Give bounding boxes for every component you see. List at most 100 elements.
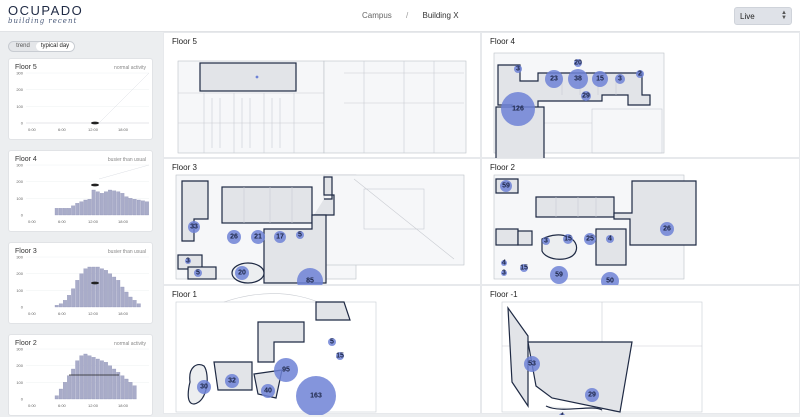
occupancy-count: 25: [586, 236, 594, 243]
x-tick-label: 12:00: [88, 127, 99, 132]
floor-grid: Floor 5 Floor 4 20 3 23 38 15 3 2 29 126…: [163, 32, 800, 415]
toggle-trend[interactable]: trend: [11, 42, 35, 51]
select-caret-icon: ▲ ▼: [781, 10, 787, 21]
occupancy-count: 3: [186, 258, 190, 265]
floor-plan: 20 3 23 38 15 3 2 29 126: [493, 52, 665, 159]
floor-card-5[interactable]: Floor 5 normal activity 0 100 200 300 0:00 6:…: [8, 58, 153, 140]
occupancy-count: 33: [190, 224, 198, 231]
occupancy-bar: [75, 280, 80, 308]
x-tick-label: 12:00: [88, 219, 99, 224]
occupancy-bar: [120, 286, 125, 308]
occupancy-count: 3: [544, 238, 548, 245]
floor-card-2[interactable]: Floor 2 normal activity 0 100 200 300 0:00 6:…: [8, 334, 153, 416]
y-tick-label: 0: [21, 397, 24, 402]
breadcrumb-campus[interactable]: Campus: [362, 11, 392, 20]
y-tick-label: 100: [16, 288, 23, 293]
occupancy-bar: [136, 303, 141, 308]
occupancy-bar: [71, 368, 76, 400]
occupancy-count: 95: [282, 367, 290, 374]
occupancy-bar: [58, 208, 63, 216]
occupancy-bar: [104, 270, 108, 308]
y-tick-label: 200: [16, 87, 23, 92]
floor-plan: [177, 60, 467, 154]
occupancy-count: 59: [502, 183, 510, 190]
y-tick-label: 200: [16, 271, 23, 276]
x-tick-label: 0:00: [28, 127, 37, 132]
y-tick-label: 0: [21, 121, 24, 126]
floor-panel-minus1[interactable]: Floor -1 53 29 4: [481, 285, 800, 415]
occupancy-bar: [124, 196, 129, 216]
x-tick-label: 12:00: [88, 311, 99, 316]
occupancy-bar: [112, 276, 117, 308]
x-tick-label: 0:00: [28, 311, 37, 316]
y-tick-label: 100: [16, 380, 23, 385]
floor-card-3[interactable]: Floor 3 busier than usual 0 100 200 300 0:00…: [8, 242, 153, 324]
y-tick-label: 300: [16, 163, 23, 168]
y-tick-label: 0: [21, 213, 24, 218]
occupancy-bar: [63, 208, 67, 216]
occupancy-count: 3: [618, 76, 622, 83]
occupancy-bar: [63, 382, 67, 400]
occupancy-count: 126: [512, 106, 524, 113]
floor-panel-5[interactable]: Floor 5: [163, 32, 481, 158]
card-chart: 0 100 200 300 0:00 6:00 12:00 18:00: [16, 163, 150, 224]
now-marker-icon: [91, 281, 99, 285]
y-tick-label: 200: [16, 179, 23, 184]
floor-panel-2[interactable]: Floor 2 59 3 15 25 4 26 4 3 15 59 50: [481, 158, 800, 286]
y-tick-label: 300: [16, 71, 23, 76]
card-chart: 0 100 200 300 0:00 6:00 12:00 18:00: [16, 255, 149, 316]
occupancy-bar: [140, 200, 145, 216]
x-tick-label: 6:00: [58, 403, 67, 408]
logo[interactable]: OCUPADO building recent: [8, 4, 83, 26]
y-tick-label: 300: [16, 347, 23, 352]
y-tick-label: 0: [21, 305, 24, 310]
x-tick-label: 0:00: [28, 403, 37, 408]
x-tick-label: 6:00: [58, 219, 67, 224]
occupancy-count: 59: [555, 272, 563, 279]
occupancy-bar: [83, 199, 88, 216]
floor-card-4[interactable]: Floor 4 busier than usual 0 100 200 300 0:00…: [8, 150, 153, 232]
mode-select[interactable]: Live ▲ ▼: [734, 7, 792, 25]
mode-select-value: Live: [740, 12, 755, 21]
floor-panel-4[interactable]: Floor 4 20 3 23 38 15 3 2 29 126: [481, 32, 800, 159]
occupancy-count: 50: [606, 278, 614, 285]
breadcrumb-building[interactable]: Building X: [423, 11, 459, 20]
occupancy-bar: [95, 191, 100, 216]
occupancy-count: 15: [596, 76, 604, 83]
occupancy-bar: [75, 360, 80, 400]
occupancy-bar: [120, 193, 125, 216]
occupancy-bar: [104, 191, 108, 216]
occupancy-bar: [87, 266, 92, 308]
occupancy-count: 17: [276, 234, 284, 241]
occupancy-bar: [67, 375, 71, 400]
floor-panel-3[interactable]: Floor 3 33 26 21 17 5 3 5 20 85: [163, 158, 481, 286]
occupancy-bar: [71, 205, 76, 216]
x-tick-label: 12:00: [88, 403, 99, 408]
occupancy-bar: [58, 303, 63, 308]
occupancy-bar: [99, 360, 104, 400]
view-toggle[interactable]: trend typical day: [8, 41, 75, 52]
occupancy-count: 5: [330, 339, 334, 346]
occupancy-bar: [58, 388, 63, 400]
occupancy-bar: [132, 300, 137, 308]
card-chart: 0 100 200 300 0:00 6:00 12:00 18:00: [16, 71, 150, 132]
occupancy-bar: [99, 268, 104, 308]
toggle-typical-day[interactable]: typical day: [36, 42, 74, 51]
occupancy-bar: [120, 375, 125, 400]
occupancy-count: 15: [336, 353, 344, 360]
occupancy-count: 15: [564, 236, 572, 243]
occupancy-count: 29: [582, 93, 590, 100]
occupancy-bar: [116, 191, 121, 216]
y-tick-label: 200: [16, 363, 23, 368]
y-tick-label: 300: [16, 255, 23, 260]
occupancy-bar: [87, 199, 92, 216]
occupancy-count: 4: [608, 236, 612, 243]
occupancy-bar: [116, 372, 121, 400]
floor-panel-1[interactable]: Floor 1 95 5 15 30 32 40 163: [163, 285, 481, 415]
floor-plan: 59 3 15 25 4 26 4 3 15 59 50: [493, 174, 697, 286]
floor-plan: 95 5 15 30 32 40 163: [175, 293, 377, 415]
x-tick-label: 18:00: [118, 403, 129, 408]
occupancy-bar: [91, 189, 96, 216]
occupancy-bar: [63, 300, 67, 308]
occupancy-count: 21: [254, 234, 262, 241]
